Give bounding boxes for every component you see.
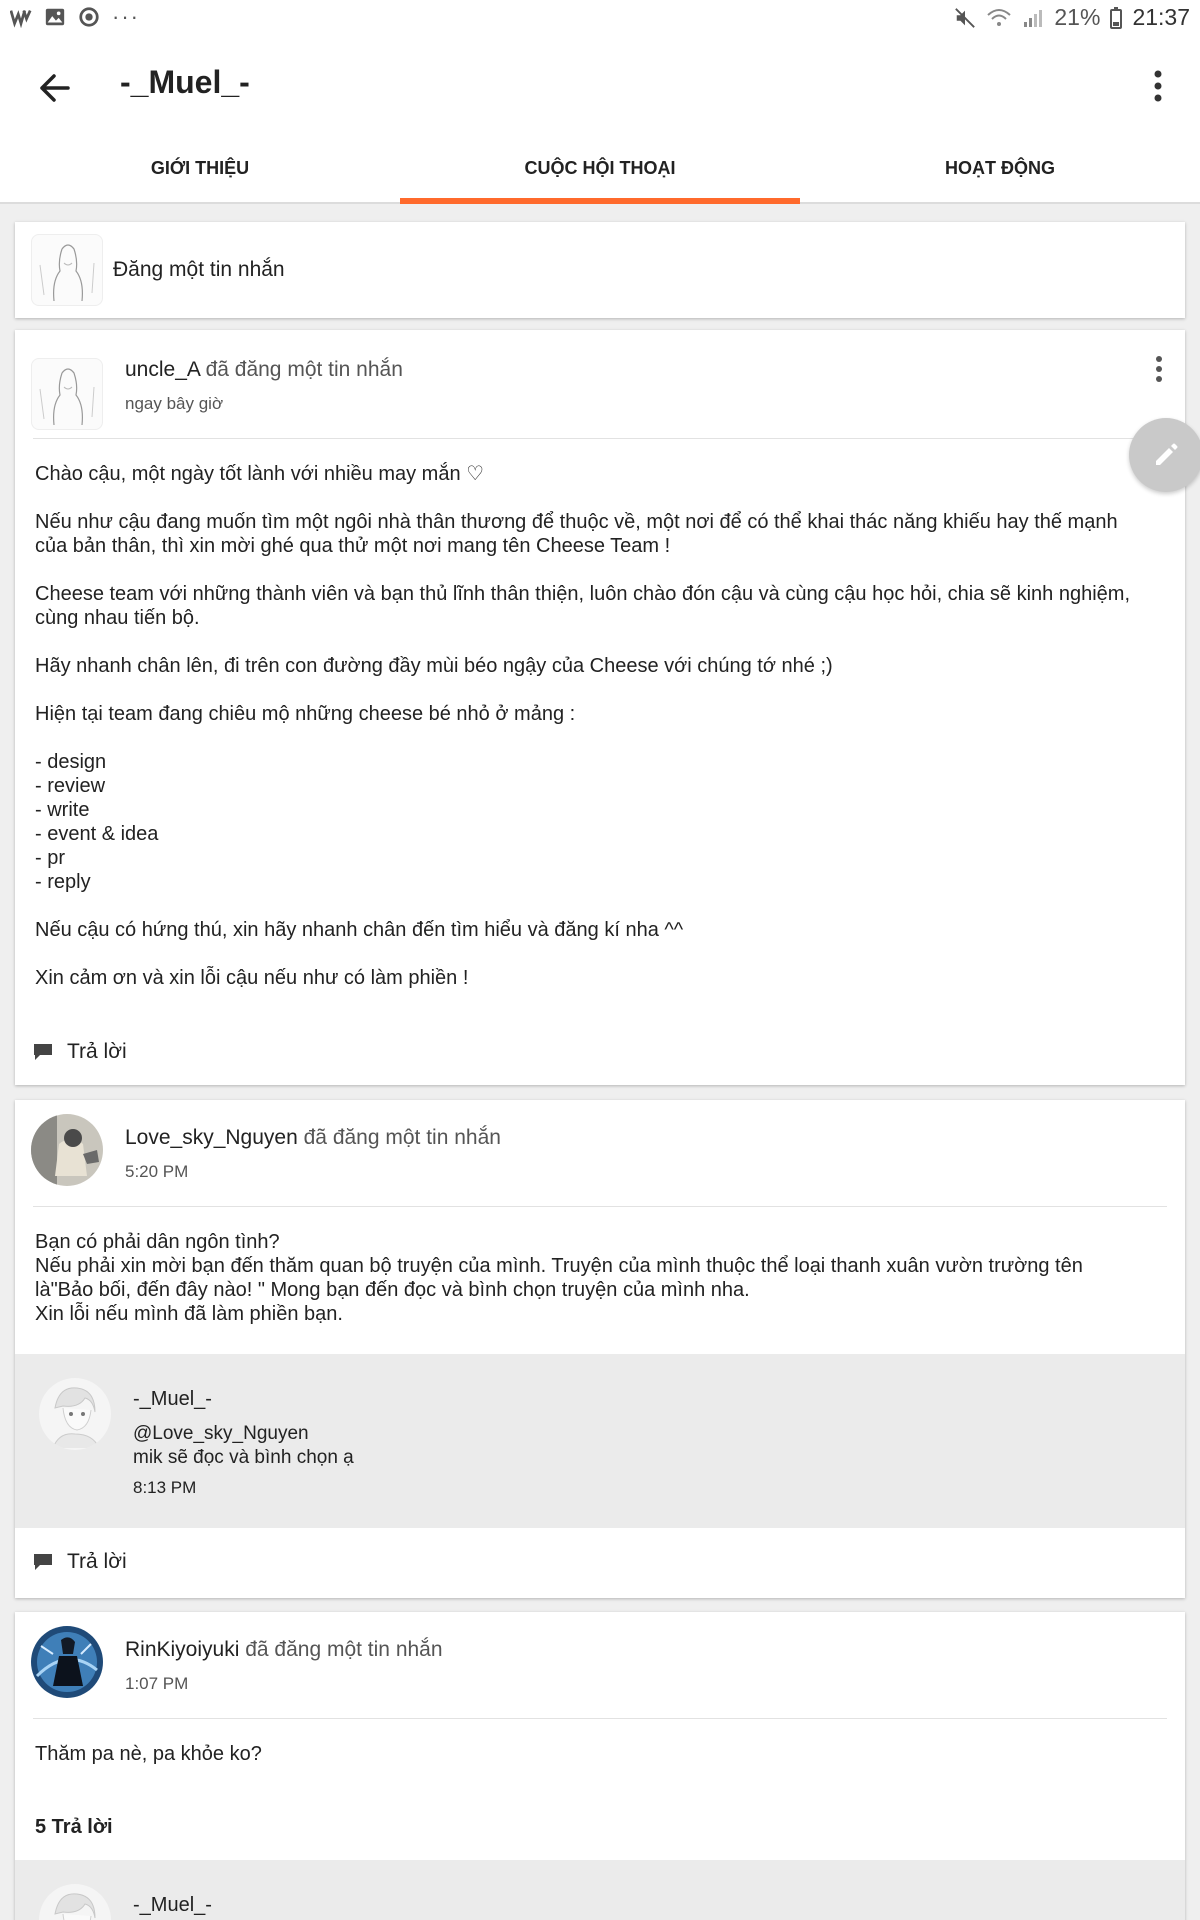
tab-conversations[interactable]: CUỘC HỘI THOẠI [400,138,800,204]
divider [33,1206,1167,1207]
post-verb: đã đăng một tin nhắn [303,1126,501,1149]
post-author-line: uncle_A đã đăng một tin nhắn [125,358,403,382]
avatar[interactable] [31,358,103,430]
reply-thread: -_Muel_- [15,1860,1185,1920]
sync-icon [79,7,99,27]
avatar [31,234,103,306]
message-card: RinKiyoiyuki đã đăng một tin nhắn 1:07 P… [15,1612,1185,1920]
battery-percent: 21% [1054,4,1101,30]
post-body: Bạn có phải dân ngôn tình? Nếu phải xin … [35,1231,1083,1325]
reply-button[interactable]: Trả lời [33,1550,127,1574]
comment-icon [34,1044,52,1060]
mute-icon [955,7,976,28]
reply-time: 8:13 PM [133,1478,197,1497]
post-menu-icon[interactable] [1151,354,1167,384]
avatar[interactable] [39,1884,111,1920]
post-author-line: Love_sky_Nguyen đã đăng một tin nhắn [125,1126,501,1150]
pencil-icon [1156,443,1178,465]
message-card: uncle_A đã đăng một tin nhắn ngay bây gi… [15,330,1185,1085]
overflow-menu-icon[interactable] [1146,64,1170,108]
reply-text: @Love_sky_Nguyen mik sẽ đọc và bình chọn… [133,1423,354,1468]
post-author[interactable]: Love_sky_Nguyen [125,1126,298,1149]
post-author[interactable]: uncle_A [125,358,200,381]
tab-activity[interactable]: HOẠT ĐỘNG [800,138,1200,202]
image-icon [45,8,65,26]
composer-placeholder: Đăng một tin nhắn [113,258,285,281]
divider [33,438,1167,439]
post-author-line: RinKiyoiyuki đã đăng một tin nhắn [125,1638,443,1662]
reply-count[interactable]: 5 Trả lời [35,1816,113,1839]
reply-thread: -_Muel_- @Love_sky_Nguyen mik sẽ đọc và … [15,1354,1185,1528]
tab-bar: GIỚI THIỆU CUỘC HỘI THOẠI HOẠT ĐỘNG [0,138,1200,204]
post-time: 1:07 PM [125,1674,189,1693]
page-title: -_Muel_- [120,64,250,100]
avatar[interactable] [31,1114,103,1186]
clock: 21:37 [1132,4,1190,30]
tab-about[interactable]: GIỚI THIỆU [0,138,400,202]
reply-button[interactable]: Trả lời [33,1040,127,1064]
reply-author[interactable]: -_Muel_- [133,1894,212,1917]
wifi-icon [987,8,1012,26]
divider [33,1718,1167,1719]
post-body: Thăm pa nè, pa khỏe ko? [35,1743,262,1765]
compose-button[interactable] [1129,418,1200,492]
battery-icon [1110,6,1123,29]
avatar[interactable] [31,1626,103,1698]
post-time: ngay bây giờ [125,394,224,413]
post-composer[interactable]: Đăng một tin nhắn [15,222,1185,318]
avatar[interactable] [39,1378,111,1450]
post-verb: đã đăng một tin nhắn [205,358,403,381]
message-card: Love_sky_Nguyen đã đăng một tin nhắn 5:2… [15,1100,1185,1598]
post-time: 5:20 PM [125,1162,189,1181]
comment-icon [34,1554,52,1570]
wattpad-icon [10,10,32,28]
back-arrow-icon[interactable] [32,66,76,110]
post-body: Chào cậu, một ngày tốt lành với nhiều ma… [35,463,1131,989]
signal-icon [1024,9,1043,27]
more-icon: ··· [112,4,140,29]
post-verb: đã đăng một tin nhắn [245,1638,443,1661]
reply-label: Trả lời [67,1550,127,1573]
post-author[interactable]: RinKiyoiyuki [125,1638,239,1661]
reply-author[interactable]: -_Muel_- [133,1388,212,1411]
reply-label: Trả lời [67,1040,127,1063]
status-bar: ··· 21% 21:37 [0,0,1200,38]
